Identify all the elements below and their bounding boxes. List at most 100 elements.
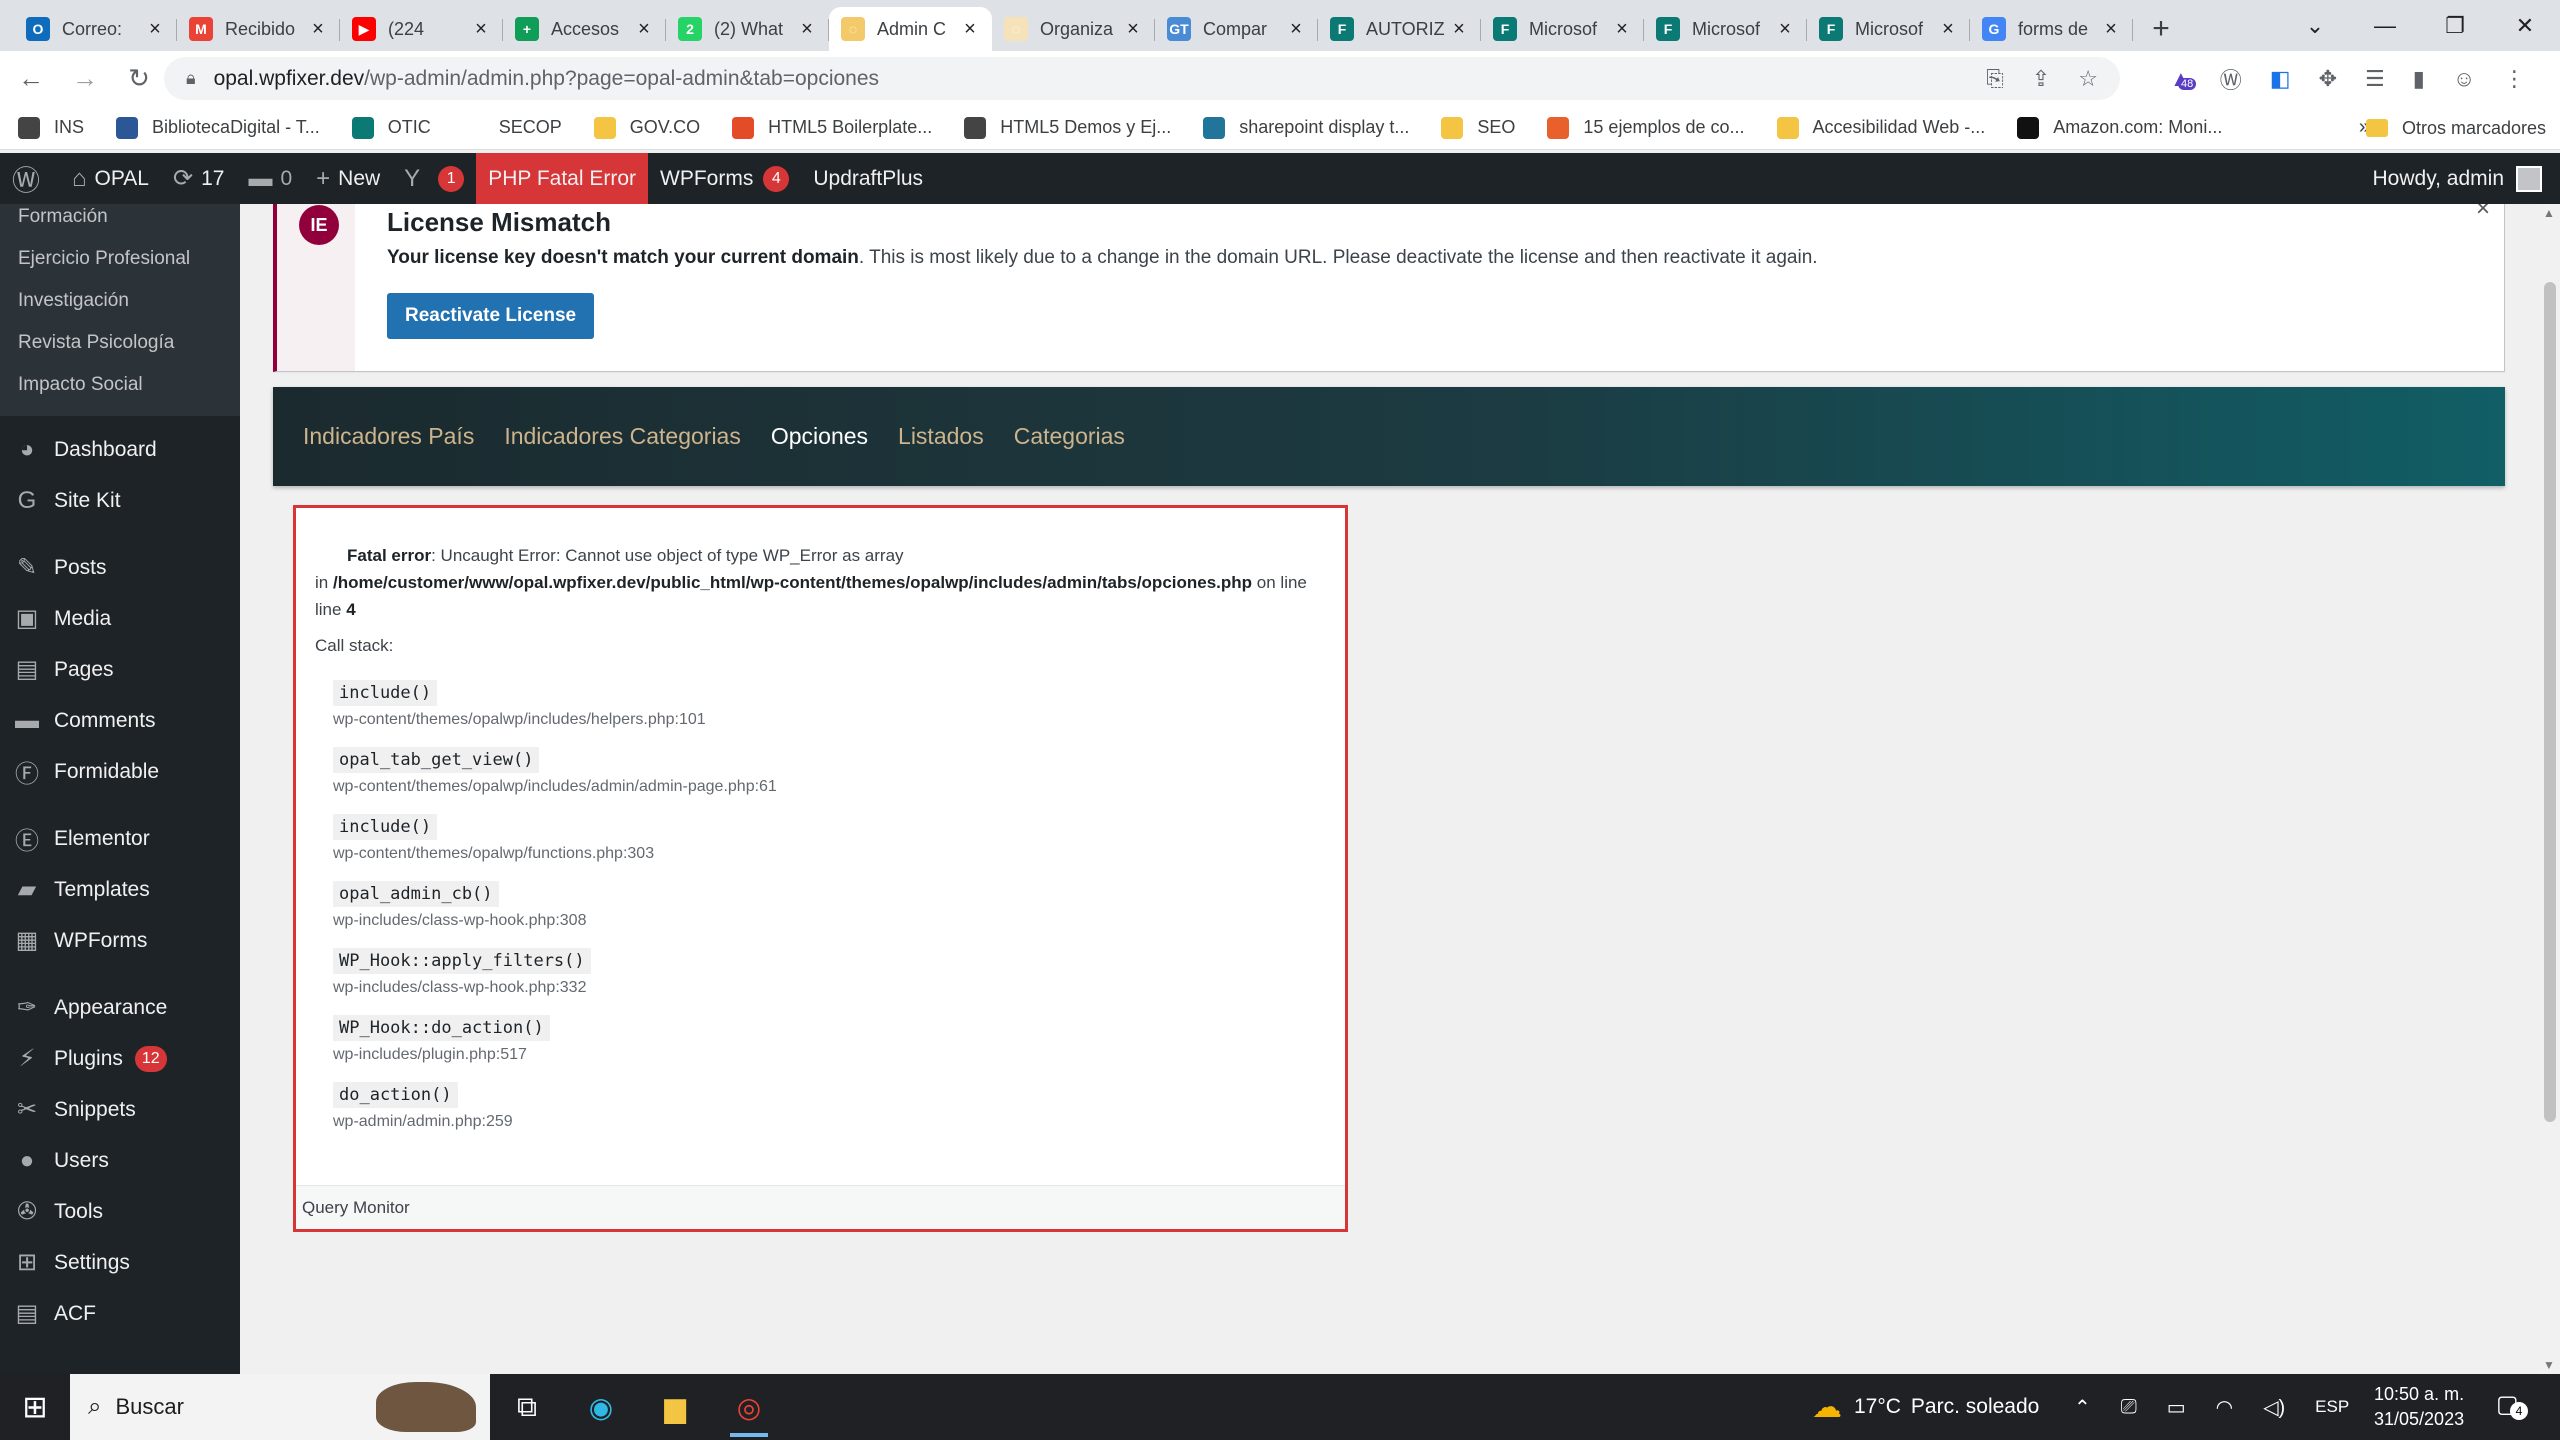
- notification-icon[interactable]: ▢ 4: [2496, 1390, 2528, 1420]
- side-panel-icon[interactable]: ▮: [2413, 66, 2425, 92]
- browser-tab[interactable]: 2 (2) What ×: [666, 7, 829, 51]
- bookmark-item[interactable]: GOV.CO: [593, 116, 700, 139]
- language-indicator[interactable]: ESP: [2315, 1397, 2349, 1417]
- sidebar-item-wpforms[interactable]: ▦ WPForms: [0, 915, 240, 966]
- translate-icon[interactable]: ⎘: [1986, 66, 2004, 92]
- browser-tab[interactable]: ◌ Admin C ×: [829, 7, 992, 51]
- browser-tab[interactable]: F Microsof ×: [1481, 7, 1644, 51]
- submenu-item[interactable]: Revista Psicología: [0, 322, 240, 364]
- browser-tab[interactable]: O Correo: ×: [14, 7, 177, 51]
- comments-link[interactable]: ▬ 0: [236, 153, 304, 204]
- my-account-link[interactable]: Howdy, admin: [2373, 153, 2542, 204]
- close-tab-icon[interactable]: ×: [145, 18, 165, 41]
- sidebar-item-elementor[interactable]: Ⓔ Elementor: [0, 813, 240, 864]
- close-tab-icon[interactable]: ×: [1775, 18, 1795, 41]
- browser-tab[interactable]: ▶ (224 ×: [340, 7, 503, 51]
- page-scrollbar[interactable]: ▲ ▼: [2540, 204, 2560, 1374]
- share-icon[interactable]: ⇪: [2032, 66, 2050, 92]
- close-tab-icon[interactable]: ×: [1612, 18, 1632, 41]
- submenu-item[interactable]: Impacto Social: [0, 364, 240, 406]
- bookmark-item[interactable]: 15 ejemplos de co...: [1547, 116, 1745, 139]
- close-tab-icon[interactable]: ×: [1938, 18, 1958, 41]
- bookmark-item[interactable]: Amazon.com: Moni...: [2017, 116, 2222, 139]
- bookmark-item[interactable]: HTML5 Boilerplate...: [732, 116, 932, 139]
- wifi-icon[interactable]: ◠: [2216, 1395, 2233, 1420]
- sidebar-item-tools[interactable]: ✇ Tools: [0, 1186, 240, 1237]
- query-monitor-bar[interactable]: Query Monitor: [296, 1185, 1345, 1229]
- dismiss-notice-icon[interactable]: ×: [2476, 204, 2490, 223]
- browser-tab[interactable]: ◌ Organiza ×: [992, 7, 1155, 51]
- restore-icon[interactable]: ❐: [2420, 0, 2490, 51]
- yoast-link[interactable]: Y1: [392, 153, 476, 204]
- other-bookmarks[interactable]: Otros marcadores: [2365, 106, 2546, 150]
- close-tab-icon[interactable]: ×: [308, 18, 328, 41]
- browser-tab[interactable]: F Microsof ×: [1807, 7, 1970, 51]
- sidebar-item-pages[interactable]: ▤ Pages: [0, 644, 240, 695]
- browser-tab[interactable]: F Microsof ×: [1644, 7, 1807, 51]
- sidebar-item-users[interactable]: ● Users: [0, 1135, 240, 1186]
- close-tab-icon[interactable]: ×: [960, 18, 980, 41]
- file-explorer-icon[interactable]: ▆: [638, 1374, 712, 1440]
- browser-tab[interactable]: GT Compar ×: [1155, 7, 1318, 51]
- windows-start-icon[interactable]: ⊞: [0, 1374, 70, 1440]
- scroll-down-icon[interactable]: ▼: [2543, 1358, 2555, 1372]
- close-tab-icon[interactable]: ×: [634, 18, 654, 41]
- opal-tab[interactable]: Indicadores País: [303, 423, 474, 450]
- menu-kebab-icon[interactable]: ⋮: [2503, 66, 2525, 92]
- sidebar-item-posts[interactable]: ✎ Posts: [0, 542, 240, 593]
- camera-icon[interactable]: ⎚: [2121, 1396, 2137, 1419]
- sidebar-item-acf[interactable]: ▤ ACF: [0, 1288, 240, 1339]
- bookmark-item[interactable]: OTIC: [351, 116, 431, 139]
- extensions-puzzle-icon[interactable]: ✥: [2319, 66, 2337, 92]
- reactivate-license-button[interactable]: Reactivate License: [387, 293, 595, 339]
- bookmark-item[interactable]: BibliotecaDigital - T...: [116, 116, 320, 139]
- extension-icon[interactable]: ◧: [2270, 66, 2291, 92]
- scrollbar-thumb[interactable]: [2544, 282, 2556, 1122]
- submenu-item[interactable]: Ejercicio Profesional: [0, 238, 240, 280]
- bookmark-item[interactable]: SECOP: [462, 116, 562, 139]
- chevron-up-icon[interactable]: ⌃: [2074, 1395, 2091, 1420]
- close-tab-icon[interactable]: ×: [2101, 18, 2121, 41]
- opal-tab[interactable]: Indicadores Categorias: [504, 423, 741, 450]
- taskbar-search[interactable]: ⌕ Buscar: [70, 1374, 490, 1440]
- bookmark-item[interactable]: SEO: [1441, 116, 1515, 139]
- profile-avatar[interactable]: ☺: [2453, 66, 2475, 92]
- battery-icon[interactable]: ▭: [2167, 1395, 2186, 1420]
- opal-tab[interactable]: Categorias: [1014, 423, 1125, 450]
- close-tab-icon[interactable]: ×: [1286, 18, 1306, 41]
- sidebar-item-settings[interactable]: ⊞ Settings: [0, 1237, 240, 1288]
- browser-tab[interactable]: + Accesos ×: [503, 7, 666, 51]
- sidebar-item-comments[interactable]: ▬ Comments: [0, 695, 240, 746]
- new-content-link[interactable]: + New: [304, 153, 392, 204]
- browser-tab[interactable]: F AUTORIZ ×: [1318, 7, 1481, 51]
- reload-icon[interactable]: ↻: [116, 56, 162, 102]
- sidebar-item-site-kit[interactable]: G Site Kit: [0, 475, 240, 526]
- reading-list-icon[interactable]: ☰: [2365, 66, 2385, 92]
- address-bar[interactable]: 🔒︎ opal.wpfixer.dev/wp-admin/admin.php?p…: [164, 57, 2120, 100]
- task-view-icon[interactable]: ⧉: [490, 1374, 564, 1440]
- php-fatal-error-link[interactable]: PHP Fatal Error: [476, 153, 649, 204]
- new-tab-icon[interactable]: +: [2139, 7, 2183, 51]
- sidebar-item-snippets[interactable]: ✂ Snippets: [0, 1084, 240, 1135]
- wordpress-extension-icon[interactable]: Ⓦ: [2220, 63, 2242, 95]
- close-tab-icon[interactable]: ×: [471, 18, 491, 41]
- taskbar-clock[interactable]: 10:50 a. m. 31/05/2023: [2374, 1382, 2464, 1432]
- forward-icon[interactable]: →: [62, 56, 108, 102]
- extension-badge-icon[interactable]: ▲48: [2170, 66, 2197, 92]
- sidebar-item-dashboard[interactable]: ◕ Dashboard: [0, 424, 240, 475]
- close-tab-icon[interactable]: ×: [1449, 18, 1469, 41]
- bookmark-star-icon[interactable]: ☆: [2078, 66, 2098, 92]
- browser-tab[interactable]: Gforms de ×: [1970, 7, 2133, 51]
- volume-icon[interactable]: ◁): [2263, 1395, 2285, 1420]
- bookmark-item[interactable]: sharepoint display t...: [1203, 116, 1409, 139]
- wp-logo[interactable]: Ⓦ: [0, 153, 60, 204]
- bookmark-item[interactable]: Accesibilidad Web -...: [1776, 116, 1985, 139]
- minimize-icon[interactable]: —: [2350, 0, 2420, 51]
- lock-icon[interactable]: 🔒︎: [186, 68, 196, 89]
- weather-widget[interactable]: ☁ 17°C Parc. soleado: [1812, 1374, 2039, 1440]
- close-tab-icon[interactable]: ×: [1123, 18, 1143, 41]
- scroll-up-icon[interactable]: ▲: [2543, 206, 2555, 220]
- back-icon[interactable]: ←: [8, 56, 54, 102]
- close-tab-icon[interactable]: ×: [797, 18, 817, 41]
- bookmark-item[interactable]: HTML5 Demos y Ej...: [964, 116, 1171, 139]
